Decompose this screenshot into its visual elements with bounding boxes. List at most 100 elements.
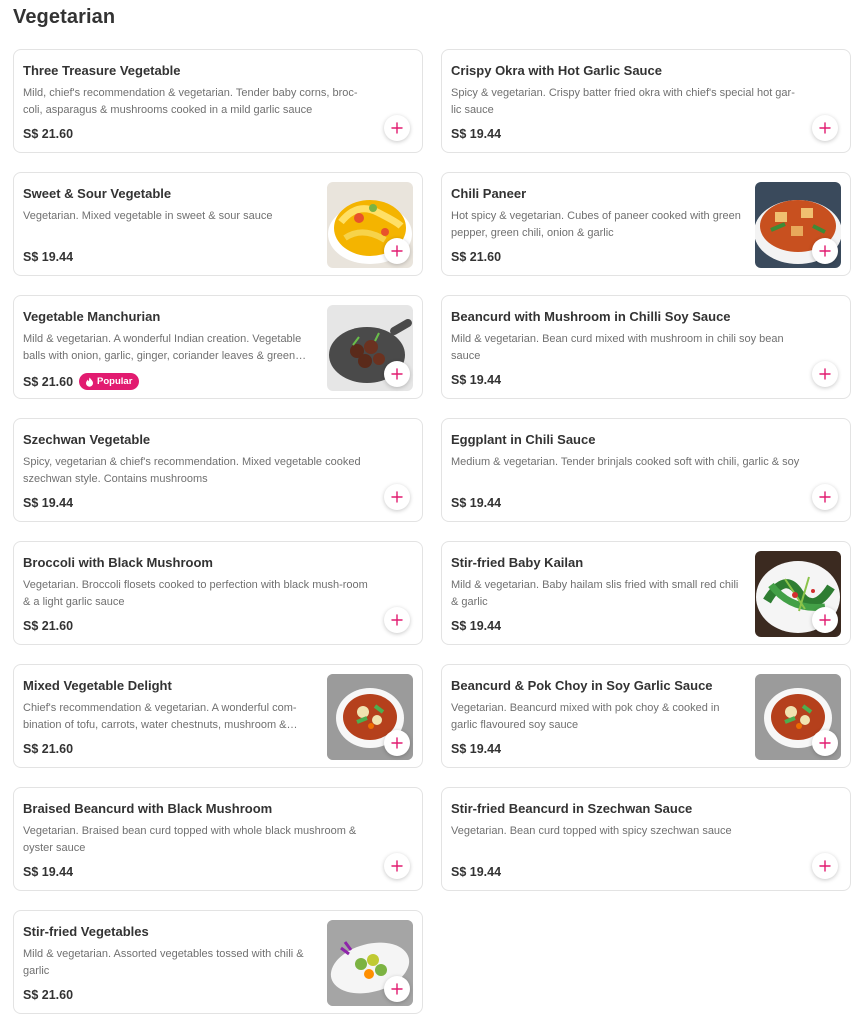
- plus-icon: [819, 122, 831, 134]
- menu-item-description: Chief's recommendation & vegetarian. A w…: [23, 702, 298, 731]
- price-row: S$ 19.44: [451, 742, 501, 756]
- menu-item-description: Mild & vegetarian. Baby hailam slis frie…: [451, 579, 739, 608]
- plus-icon: [819, 368, 831, 380]
- add-to-cart-button[interactable]: [384, 238, 410, 264]
- add-to-cart-button[interactable]: [384, 853, 410, 879]
- price-row: S$ 19.44: [451, 865, 501, 879]
- plus-icon: [391, 245, 403, 257]
- plus-icon: [391, 368, 403, 380]
- menu-item-card[interactable]: Braised Beancurd with Black Mushroom Veg…: [13, 787, 423, 891]
- popular-badge: Popular: [79, 373, 140, 390]
- flame-icon: [86, 377, 94, 387]
- add-to-cart-button[interactable]: [812, 361, 838, 387]
- plus-icon: [391, 491, 403, 503]
- price-row: S$ 19.44: [23, 865, 73, 879]
- plus-icon: [391, 737, 403, 749]
- menu-item-card[interactable]: Beancurd with Mushroom in Chilli Soy Sau…: [441, 295, 851, 399]
- menu-item-card[interactable]: Stir-fried Baby Kailan Mild & vegetarian…: [441, 541, 851, 645]
- add-to-cart-button[interactable]: [384, 976, 410, 1002]
- add-to-cart-button[interactable]: [384, 361, 410, 387]
- menu-item-price: S$ 19.44: [451, 742, 502, 756]
- menu-item-card[interactable]: Three Treasure Vegetable Mild, chief's r…: [13, 49, 423, 153]
- add-to-cart-button[interactable]: [812, 730, 838, 756]
- menu-item-description: Mild & vegetarian. Bean curd mixed with …: [451, 333, 784, 362]
- menu-item-price: S$ 19.44: [451, 373, 502, 387]
- price-row: S$ 21.60: [23, 619, 73, 633]
- menu-item-card[interactable]: Eggplant in Chili Sauce Medium & vegetar…: [441, 418, 851, 522]
- menu-item-name: Stir-fried Baby Kailan: [451, 555, 584, 570]
- menu-item-price: S$ 19.44: [451, 865, 502, 879]
- menu-item-card[interactable]: Mixed Vegetable Delight Chief's recommen…: [13, 664, 423, 768]
- menu-item-name: Eggplant in Chili Sauce: [451, 432, 596, 447]
- menu-item-description: Medium & vegetarian. Tender brinjals coo…: [451, 456, 800, 468]
- menu-item-name: Beancurd & Pok Choy in Soy Garlic Sauce: [451, 678, 713, 693]
- add-to-cart-button[interactable]: [384, 607, 410, 633]
- add-to-cart-button[interactable]: [812, 607, 838, 633]
- menu-item-price: S$ 21.60: [23, 127, 74, 141]
- menu-item-name: Szechwan Vegetable: [23, 432, 151, 447]
- menu-item-description: Spicy, vegetarian & chief's recommendati…: [23, 456, 361, 485]
- menu-item-name: Crispy Okra with Hot Garlic Sauce: [451, 63, 662, 78]
- menu-item-price: S$ 21.60: [23, 742, 74, 756]
- menu-item-card[interactable]: Chili Paneer Hot spicy & vegetarian. Cub…: [441, 172, 851, 276]
- plus-icon: [391, 860, 403, 872]
- add-to-cart-button[interactable]: [812, 484, 838, 510]
- plus-icon: [819, 245, 831, 257]
- menu-item-name: Chili Paneer: [451, 186, 527, 201]
- menu-item-description: Mild, chief's recommendation & vegetaria…: [23, 87, 358, 116]
- menu-item-description: Hot spicy & vegetarian. Cubes of paneer …: [451, 210, 741, 239]
- menu-item-price: S$ 21.60: [23, 988, 74, 1002]
- menu-item-card[interactable]: Szechwan Vegetable Spicy, vegetarian & c…: [13, 418, 423, 522]
- menu-item-card[interactable]: Stir-fried Beancurd in Szechwan Sauce Ve…: [441, 787, 851, 891]
- price-row: S$ 19.44: [451, 373, 501, 387]
- price-row: S$ 19.44: [451, 127, 501, 141]
- menu-grid: Three Treasure Vegetable Mild, chief's r…: [13, 49, 851, 1014]
- menu-item-description: Spicy & vegetarian. Crispy batter fried …: [451, 87, 795, 116]
- add-to-cart-button[interactable]: [812, 115, 838, 141]
- add-to-cart-button[interactable]: [384, 484, 410, 510]
- menu-item-name: Broccoli with Black Mushroom: [23, 555, 213, 570]
- add-to-cart-button[interactable]: [812, 853, 838, 879]
- price-row: S$ 21.60: [23, 742, 73, 756]
- add-to-cart-button[interactable]: [384, 115, 410, 141]
- price-row: S$ 19.44: [23, 496, 73, 510]
- menu-item-card[interactable]: Vegetable Manchurian Mild & vegetarian. …: [13, 295, 423, 399]
- menu-item-name: Mixed Vegetable Delight: [23, 678, 172, 693]
- menu-item-card[interactable]: Stir-fried Vegetables Mild & vegetarian.…: [13, 910, 423, 1014]
- price-row: S$ 21.60: [451, 250, 501, 264]
- menu-item-description: Vegetarian. Broccoli flosets cooked to p…: [23, 579, 368, 608]
- menu-item-card[interactable]: Crispy Okra with Hot Garlic Sauce Spicy …: [441, 49, 851, 153]
- menu-item-price: S$ 19.44: [23, 250, 74, 264]
- menu-item-name: Stir-fried Beancurd in Szechwan Sauce: [451, 801, 693, 816]
- plus-icon: [819, 491, 831, 503]
- plus-icon: [391, 122, 403, 134]
- plus-icon: [391, 614, 403, 626]
- menu-item-description: Vegetarian. Mixed vegetable in sweet & s…: [23, 210, 273, 222]
- menu-item-description: Vegetarian. Beancurd mixed with pok choy…: [451, 702, 720, 731]
- price-row: S$ 19.44: [23, 250, 73, 264]
- menu-item-price: S$ 21.60: [23, 374, 74, 389]
- plus-icon: [819, 614, 831, 626]
- menu-item-card[interactable]: Beancurd & Pok Choy in Soy Garlic Sauce …: [441, 664, 851, 768]
- menu-item-card[interactable]: Sweet & Sour Vegetable Vegetarian. Mixed…: [13, 172, 423, 276]
- plus-icon: [819, 737, 831, 749]
- menu-item-name: Braised Beancurd with Black Mushroom: [23, 801, 273, 816]
- price-row: S$ 21.60 Popular: [23, 373, 140, 390]
- add-to-cart-button[interactable]: [812, 238, 838, 264]
- menu-item-description: Vegetarian. Bean curd topped with spicy …: [451, 825, 732, 837]
- menu-item-price: S$ 19.44: [23, 865, 74, 879]
- plus-icon: [819, 860, 831, 872]
- menu-item-description: Vegetarian. Braised bean curd topped wit…: [23, 825, 357, 854]
- menu-item-name: Stir-fried Vegetables: [23, 924, 149, 939]
- plus-icon: [391, 983, 403, 995]
- menu-item-name: Three Treasure Vegetable: [23, 63, 181, 78]
- add-to-cart-button[interactable]: [384, 730, 410, 756]
- menu-item-price: S$ 21.60: [451, 250, 502, 264]
- price-row: S$ 19.44: [451, 619, 501, 633]
- section-title: Vegetarian: [13, 6, 116, 28]
- menu-item-description: Mild & vegetarian. A wonderful Indian cr…: [23, 333, 307, 362]
- menu-item-card[interactable]: Broccoli with Black Mushroom Vegetarian.…: [13, 541, 423, 645]
- price-row: S$ 21.60: [23, 988, 73, 1002]
- price-row: S$ 21.60: [23, 127, 73, 141]
- menu-item-name: Vegetable Manchurian: [23, 309, 161, 324]
